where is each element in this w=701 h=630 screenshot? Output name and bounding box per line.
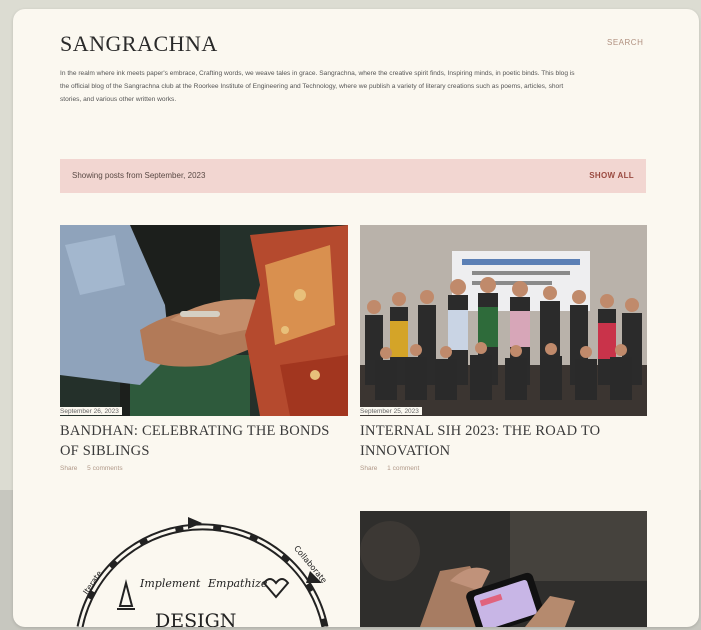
post-date: September 26, 2023 — [60, 407, 122, 415]
empathize-label: Empathize — [207, 577, 268, 590]
post-thumbnail-sih[interactable] — [360, 225, 647, 416]
filter-text: Showing posts from September, 2023 — [72, 171, 206, 180]
share-link[interactable]: Share — [360, 465, 377, 472]
filter-banner: Showing posts from September, 2023 SHOW … — [60, 159, 646, 193]
site-title[interactable]: SANGRACHNA — [60, 31, 218, 57]
blog-page-card: SANGRACHNA SEARCH In the realm where ink… — [13, 9, 699, 627]
implement-label: Implement — [139, 577, 201, 590]
post-thumbnail-design-thinking[interactable]: Implement Empathize DESIGN Iterate Colla… — [60, 511, 348, 627]
comments-link[interactable]: 5 comments — [87, 465, 122, 472]
post-meta: Share 5 comments — [60, 465, 131, 472]
comments-link[interactable]: 1 comment — [387, 465, 419, 472]
post-thumbnail-phone[interactable] — [360, 511, 647, 627]
share-link[interactable]: Share — [60, 465, 77, 472]
post-thumbnail-bandhan[interactable] — [60, 225, 348, 416]
search-link[interactable]: SEARCH — [607, 38, 643, 47]
show-all-link[interactable]: SHOW ALL — [589, 171, 634, 180]
post-meta: Share 1 comment — [360, 465, 427, 472]
post-title[interactable]: INTERNAL SIH 2023: THE ROAD TO INNOVATIO… — [360, 421, 650, 461]
design-label: DESIGN — [155, 610, 236, 627]
post-date: September 25, 2023 — [360, 407, 422, 415]
post-title[interactable]: BANDHAN: CELEBRATING THE BONDS OF SIBLIN… — [60, 421, 350, 461]
site-description: In the realm where ink meets paper's emb… — [60, 70, 575, 103]
